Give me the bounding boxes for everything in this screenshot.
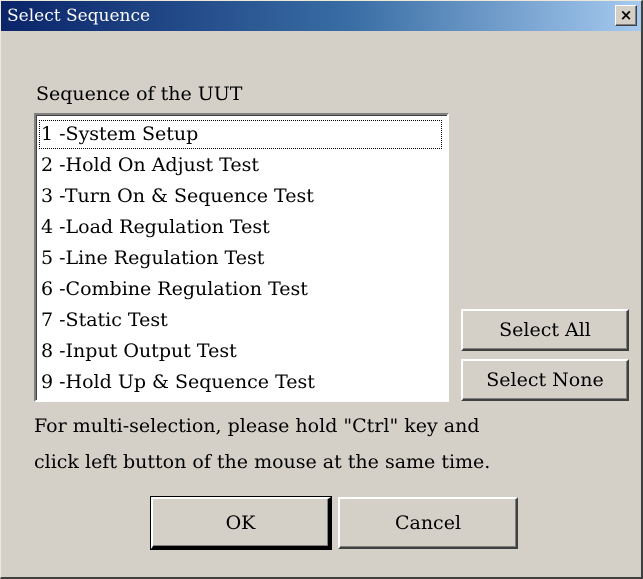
ok-button[interactable]: OK [150,496,332,550]
list-item[interactable]: 7 -Static Test [38,305,443,336]
select-sequence-dialog: Select Sequence × Sequence of the UUT 1 … [0,0,643,579]
select-none-button[interactable]: Select None [461,359,629,401]
list-item[interactable]: 2 -Hold On Adjust Test [38,150,443,181]
list-item[interactable]: 1 -System Setup [38,119,443,150]
window-title: Select Sequence [7,6,151,26]
help-text-line-1: For multi-selection, please hold "Ctrl" … [34,415,480,437]
sequence-label: Sequence of the UUT [36,83,243,105]
sequence-listbox[interactable]: 1 -System Setup 2 -Hold On Adjust Test 3… [34,113,449,402]
list-item[interactable]: 9 -Hold Up & Sequence Test [38,367,443,398]
close-button[interactable]: × [615,5,637,26]
close-icon: × [619,6,633,24]
select-all-button[interactable]: Select All [461,309,629,351]
help-text-line-2: click left button of the mouse at the sa… [34,451,491,473]
list-item[interactable]: 3 -Turn On & Sequence Test [38,181,443,212]
list-item[interactable]: 8 -Input Output Test [38,336,443,367]
title-bar[interactable]: Select Sequence × [1,1,641,31]
list-item[interactable]: 5 -Line Regulation Test [38,243,443,274]
list-item[interactable]: 6 -Combine Regulation Test [38,274,443,305]
list-item[interactable]: 4 -Load Regulation Test [38,212,443,243]
cancel-button[interactable]: Cancel [338,497,518,549]
